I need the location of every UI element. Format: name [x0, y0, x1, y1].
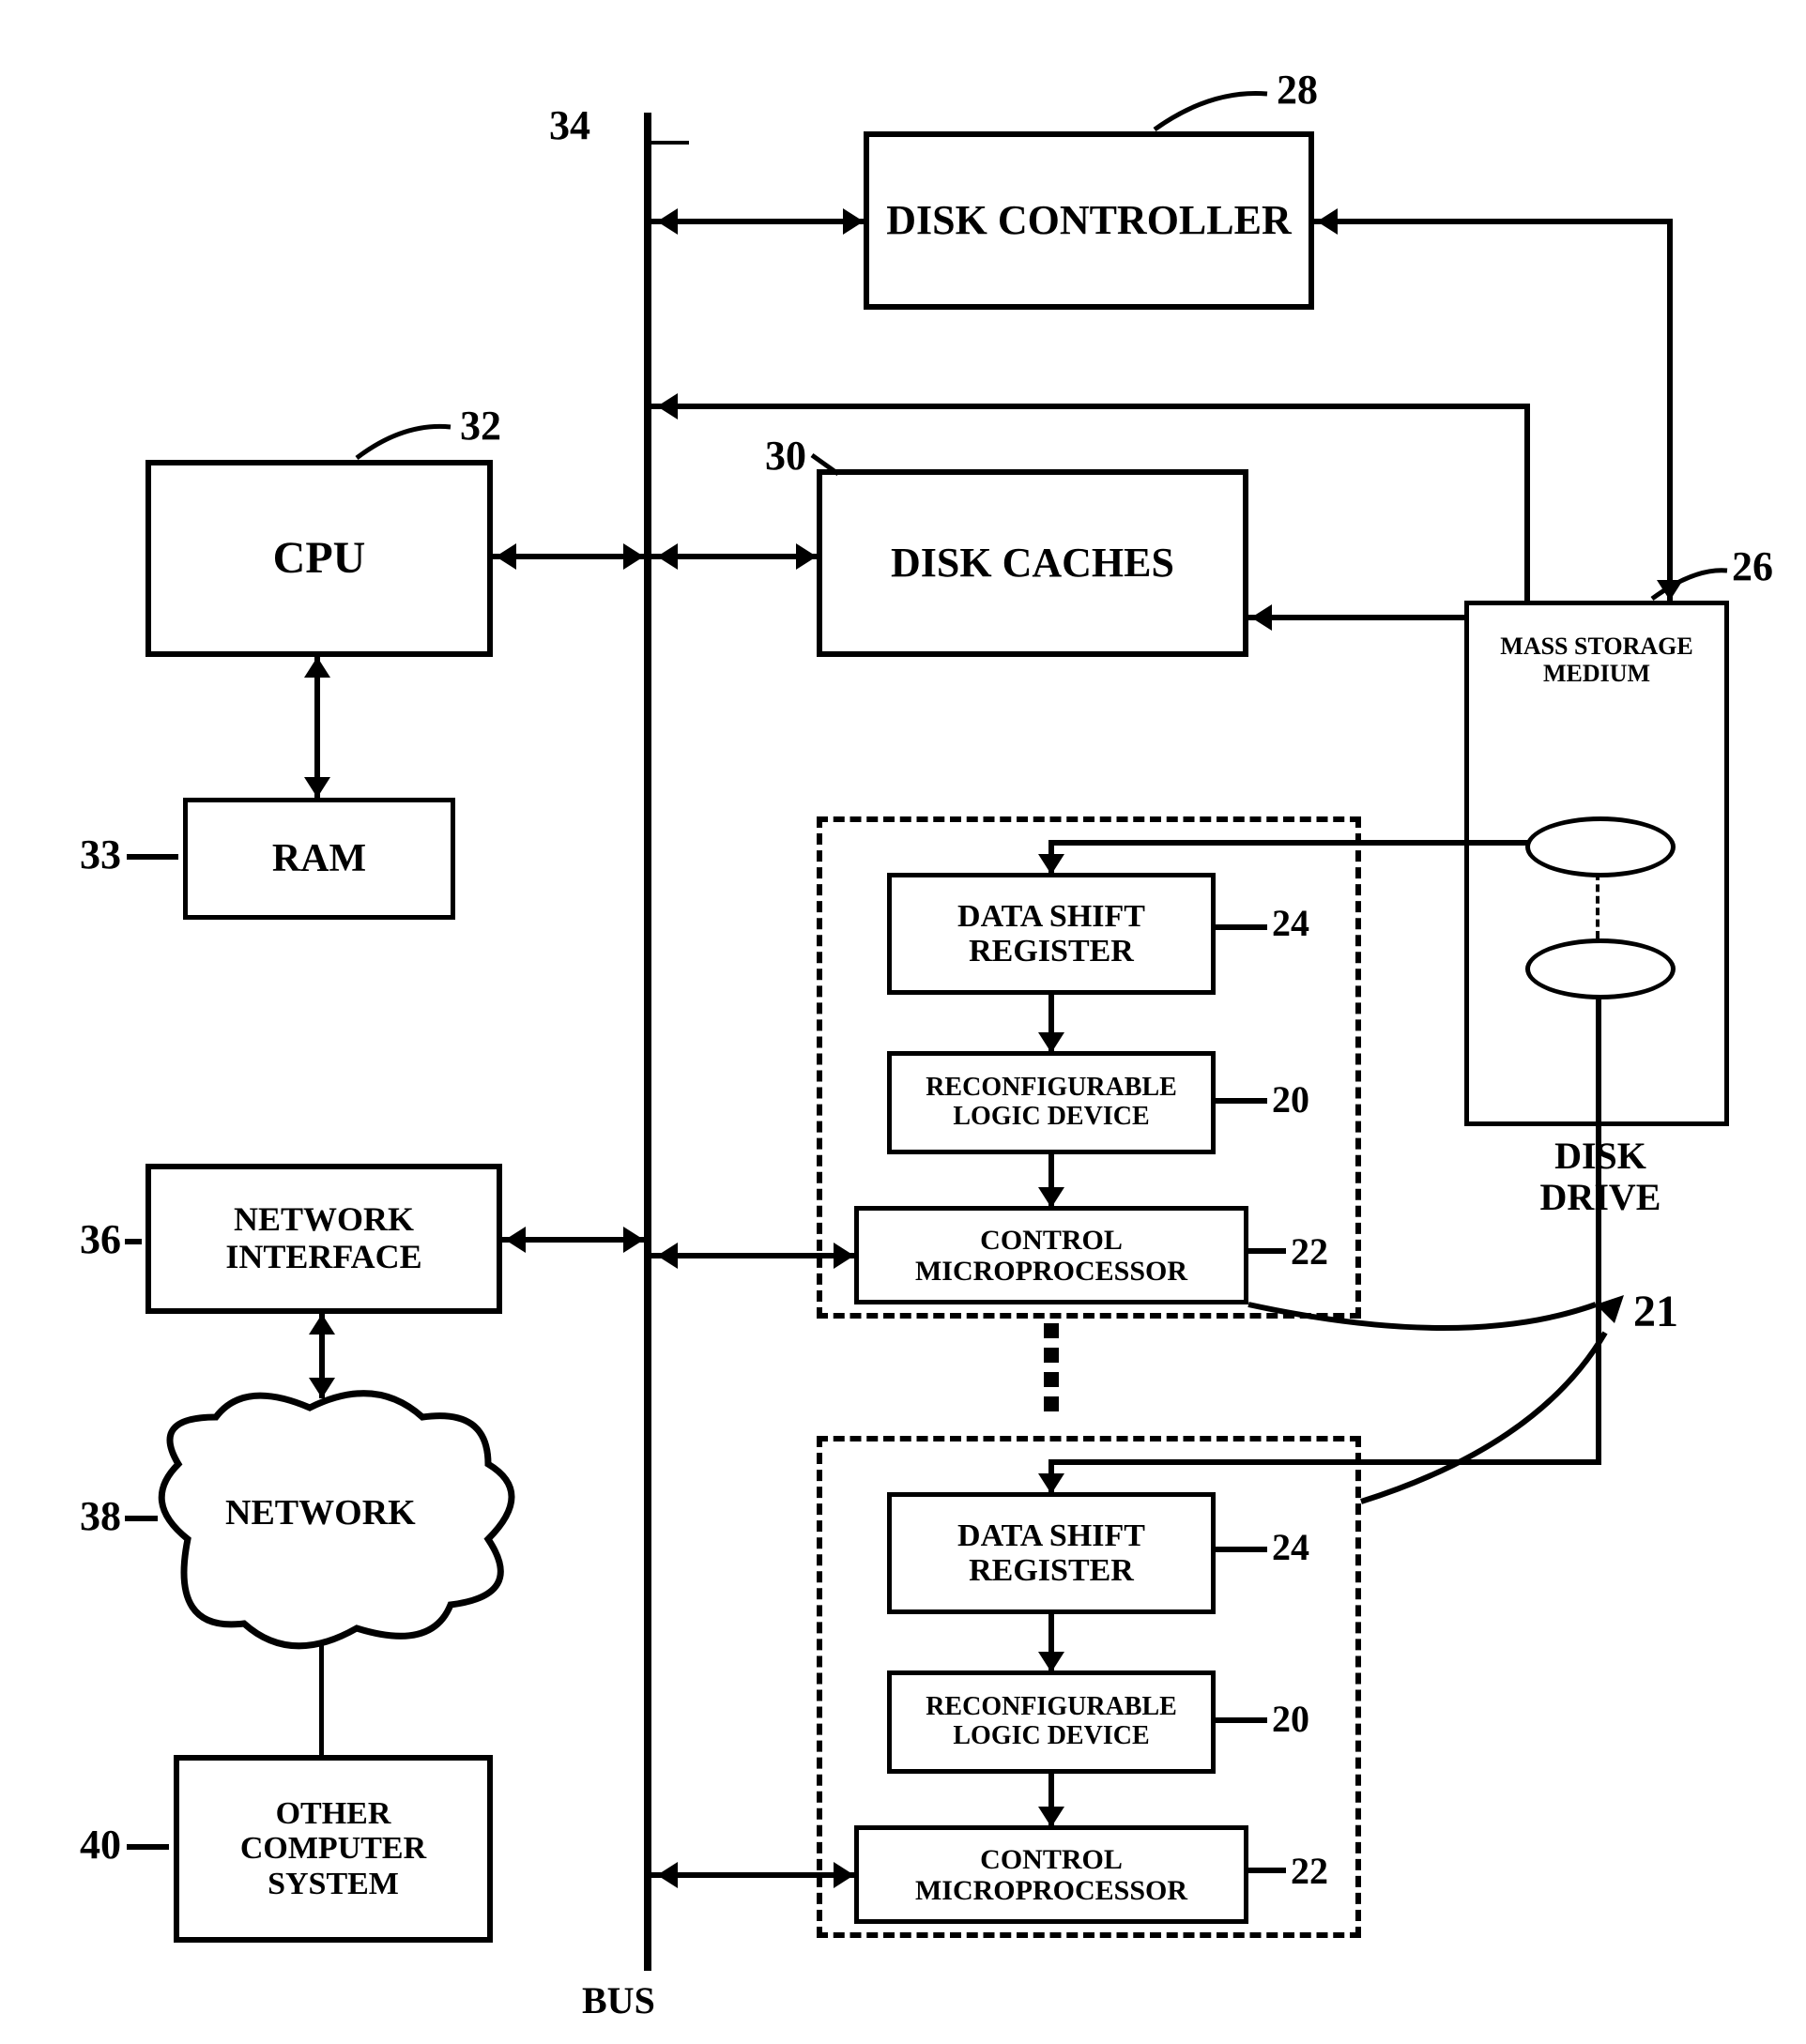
label-disk-caches: DISK CACHES: [891, 541, 1174, 586]
label-disk-controller: DISK CONTROLLER: [886, 198, 1292, 243]
box-network-interface: NETWORK INTERFACE: [145, 1164, 502, 1314]
ref-rld-a: 20: [1272, 1077, 1309, 1121]
label-ni: NETWORK INTERFACE: [155, 1201, 493, 1275]
box-cpu: CPU: [145, 460, 493, 657]
ref-ni: 36: [80, 1215, 121, 1263]
label-network: NETWORK: [225, 1492, 416, 1533]
ref-rld-b: 20: [1272, 1697, 1309, 1741]
ref-mass-storage: 26: [1732, 542, 1773, 590]
label-cpu: CPU: [273, 534, 366, 584]
ref-cm-a: 22: [1291, 1229, 1328, 1274]
ref-dsr-b: 24: [1272, 1525, 1309, 1569]
bus-line: [644, 113, 651, 1971]
ref-disk-caches: 30: [765, 432, 806, 480]
ref-cpu: 32: [460, 402, 501, 450]
box-dsr-b: DATA SHIFT REGISTER: [887, 1492, 1216, 1614]
box-disk-caches: DISK CACHES: [817, 469, 1248, 657]
label-ram: RAM: [272, 837, 366, 880]
box-ram: RAM: [183, 798, 455, 920]
label-dsr-b: DATA SHIFT REGISTER: [895, 1518, 1207, 1589]
ref-dsr-a: 24: [1272, 901, 1309, 945]
ref-ram: 33: [80, 831, 121, 878]
label-cm-a: CONTROL MICROPROCESSOR: [863, 1225, 1240, 1287]
ref-network: 38: [80, 1492, 121, 1540]
label-other-system: OTHER COMPUTER SYSTEM: [183, 1796, 483, 1901]
box-disk-controller: DISK CONTROLLER: [864, 131, 1314, 310]
label-rld-a: RECONFIGURABLE LOGIC DEVICE: [895, 1074, 1207, 1132]
box-other-system: OTHER COMPUTER SYSTEM: [174, 1755, 493, 1943]
label-rld-b: RECONFIGURABLE LOGIC DEVICE: [895, 1693, 1207, 1751]
box-rld-b: RECONFIGURABLE LOGIC DEVICE: [887, 1670, 1216, 1774]
ref-group: 21: [1633, 1286, 1678, 1337]
ref-other-system: 40: [80, 1821, 121, 1869]
ref-bus: 34: [549, 101, 590, 149]
box-rld-a: RECONFIGURABLE LOGIC DEVICE: [887, 1051, 1216, 1154]
diagram-canvas: BUS 34 DISK CONTROLLER 28 CPU 32 DISK CA…: [0, 0, 1806, 2044]
disk-platter-icon: [1525, 816, 1676, 877]
box-cm-a: CONTROL MICROPROCESSOR: [854, 1206, 1248, 1304]
box-dsr-a: DATA SHIFT REGISTER: [887, 873, 1216, 995]
bus-label: BUS: [582, 1978, 655, 2022]
disk-platter-icon: [1525, 938, 1676, 999]
label-dsr-a: DATA SHIFT REGISTER: [895, 899, 1207, 969]
ref-cm-b: 22: [1291, 1849, 1328, 1893]
label-mass-storage: MASS STORAGE MEDIUM: [1484, 633, 1709, 687]
ref-disk-controller: 28: [1277, 66, 1318, 114]
dotted-connector-icon: [1044, 1323, 1059, 1411]
box-cm-b: CONTROL MICROPROCESSOR: [854, 1825, 1248, 1924]
label-cm-b: CONTROL MICROPROCESSOR: [863, 1844, 1240, 1906]
